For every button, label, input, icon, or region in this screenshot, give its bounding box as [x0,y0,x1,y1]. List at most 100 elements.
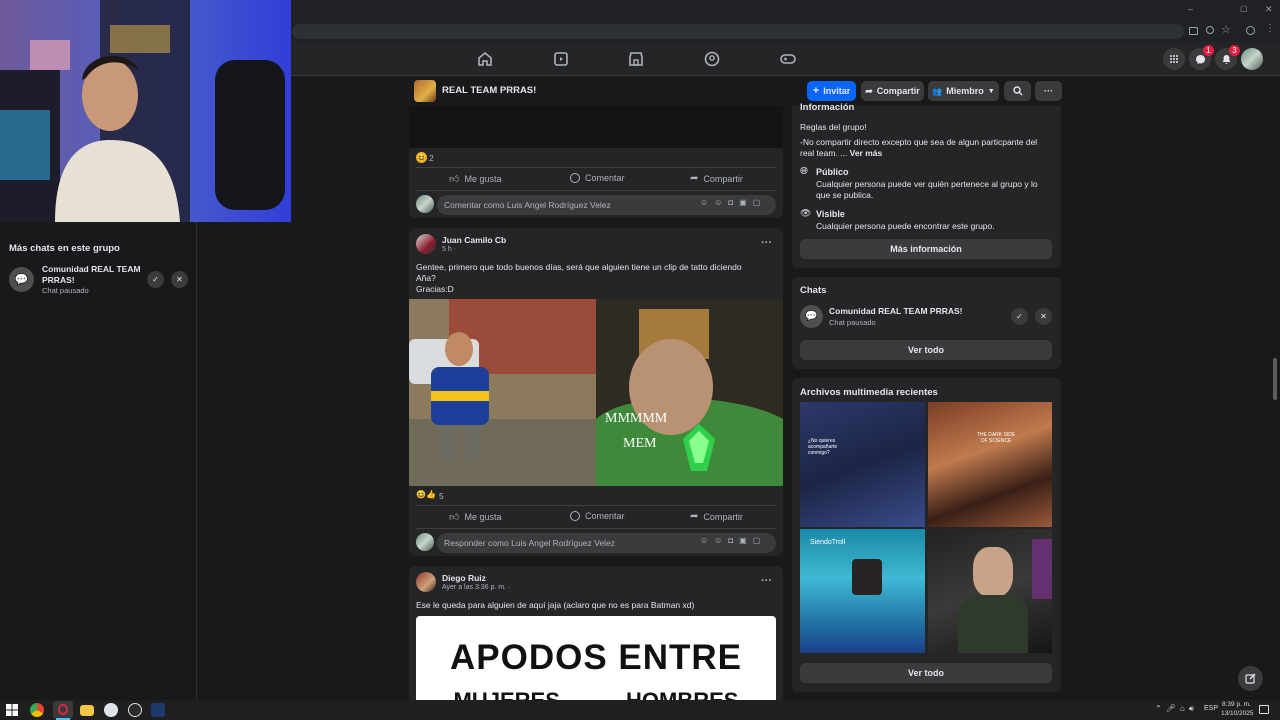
profile-icon[interactable] [1246,26,1255,35]
window-maximize-button[interactable]: ▢ [1240,4,1248,13]
post2-reaction-count[interactable]: 5 [439,491,444,501]
address-bar[interactable] [292,24,1184,39]
media-thumb-4-light [1032,539,1052,599]
post2-text-line-1: Gentee, primero que todo buenos días, se… [416,262,742,272]
cast-icon[interactable] [1189,27,1198,35]
share-group-button[interactable]: ➦ Compartir [861,81,924,101]
post2-author-name[interactable]: Juan Camilo Cb [442,235,506,245]
post3-author-name[interactable]: Diego Ruiz [442,573,486,583]
browser-menu-icon[interactable]: ⋮ [1265,23,1275,34]
post2-comment-tools-icons[interactable]: ☺☺◘▣▢ [700,536,766,545]
sidebar-chat-accept-button[interactable]: ✓ [1011,308,1028,325]
notification-center-icon[interactable] [1259,705,1269,714]
sidebar-chat-avatar[interactable]: 💬 [800,305,823,328]
see-more-link[interactable]: Ver más [850,148,883,158]
post1-reaction-count[interactable]: 2 [429,153,434,163]
app-icon-whale[interactable] [104,703,118,717]
post1-media[interactable] [409,106,783,148]
home-icon[interactable] [476,50,494,68]
opera-gx-icon[interactable] [53,701,73,719]
post3-timestamp[interactable]: Ayer a las 3:36 p. m. · [442,584,510,591]
media-thumb-3-figure [852,559,882,595]
media-thumb-3-caption: SiendoTroll [810,539,846,546]
check-icon: ✓ [152,275,159,284]
steam-icon[interactable] [151,703,165,717]
sidebar-chat-name[interactable]: Comunidad REAL TEAM PRRAS! [829,306,962,316]
bookmark-star-icon[interactable]: ☆ [1221,23,1231,36]
sidebar-chat-dismiss-button[interactable]: ✕ [1035,308,1052,325]
more-chats-panel [0,222,197,700]
marketplace-icon[interactable] [627,50,645,68]
zoom-icon[interactable] [1206,26,1214,34]
share-arrow-icon: ➦ [865,85,873,96]
sidebar-chat-status: Chat pausado [829,318,876,327]
post2-more-button[interactable]: ··· [761,237,772,249]
public-title: Público [816,167,849,177]
post2-meme-caption-1: MMMMM [605,411,668,426]
post3-author-avatar[interactable] [416,572,436,592]
post1-like-button[interactable]: 👍︎ Me gusta [449,173,501,185]
post2-like-button[interactable]: 👍︎ Me gusta [449,511,501,523]
menu-grid-button[interactable] [1163,48,1185,70]
search-icon [1012,86,1022,96]
group-more-button[interactable]: ··· [1035,81,1062,101]
invite-button[interactable]: + Invitar [807,81,856,101]
post2-image[interactable] [409,299,783,486]
more-dots-icon: ··· [1044,86,1053,96]
left-chat-dismiss-button[interactable]: ✕ [171,271,188,288]
tray-icons[interactable]: ⌃🎤︎⌂🔊︎ [1155,704,1198,714]
obs-icon[interactable] [128,703,142,717]
chrome-icon[interactable] [30,703,44,717]
post2-text-line-2: Aña? [416,273,436,283]
group-avatar[interactable] [414,80,436,102]
check-icon: ✓ [1016,312,1023,321]
tray-time[interactable]: 8:39 p. m. [1222,701,1251,708]
post2-commenter-avatar[interactable] [416,533,434,551]
tray-date[interactable]: 13/10/2025 [1221,710,1254,717]
post3-image[interactable]: APODOS ENTRE MUJERES HOMBRES [416,616,776,700]
post2-author-avatar[interactable] [416,234,436,254]
group-name[interactable]: REAL TEAM PRRAS! [442,85,536,96]
member-button[interactable]: 👥 Miembro ▼ [928,81,999,101]
file-explorer-icon[interactable] [80,705,94,716]
media-thumb-4[interactable] [928,529,1052,653]
left-chat-name[interactable]: Comunidad REAL TEAM PRRAS! [42,264,142,286]
window-minimize-button[interactable]: – [1188,4,1193,14]
tray-language[interactable]: ESP [1204,705,1218,712]
post1-share-button[interactable]: ➦ Compartir [690,173,743,184]
new-message-button[interactable] [1238,666,1263,691]
window-close-button[interactable]: ✕ [1265,4,1273,15]
post3-text: Ese le queda para alguien de aquí jaja (… [416,600,695,610]
group-search-button[interactable] [1004,81,1031,101]
media-thumb-3[interactable]: SiendoTroll [800,529,925,653]
left-chat-accept-button[interactable]: ✓ [147,271,164,288]
bell-icon [1222,54,1230,64]
visible-title: Visible [816,209,845,219]
media-thumb-2[interactable]: THE DARK SIDE OF SCIENCE [928,402,1052,527]
post2-timestamp[interactable]: 5 h · [442,246,456,253]
media-title: Archivos multimedia recientes [800,387,938,398]
post2-share-button[interactable]: ➦ Compartir [690,511,743,522]
post1-comment-tools-icons[interactable]: ☺☺◘▣▢ [700,198,766,207]
post2-comment-button[interactable]: Comentar [570,511,625,521]
comment-icon [570,173,580,183]
more-info-button[interactable]: Más información [800,239,1052,259]
video-icon[interactable] [552,50,570,68]
post1-comment-button[interactable]: Comentar [570,173,625,183]
post1-commenter-avatar[interactable] [416,195,434,213]
see-all-media-button[interactable]: Ver todo [800,663,1052,683]
left-chat-avatar[interactable]: 💬 [9,267,34,292]
page-scrollbar[interactable] [1273,358,1277,400]
groups-icon[interactable] [703,50,721,68]
media-thumb-1[interactable]: ¿No quieres acompañarte conmigo? [800,402,925,527]
thumbs-up-icon: 👍︎ [449,512,460,523]
see-all-chats-button[interactable]: Ver todo [800,340,1052,360]
info-title: Información [800,102,855,111]
gaming-icon[interactable] [779,50,797,68]
windows-start-icon[interactable] [5,703,19,717]
post3-more-button[interactable]: ··· [761,575,772,587]
more-chats-title: Más chats en este grupo [9,243,120,254]
post1-divider [416,167,776,168]
visible-eye-icon: 👁︎ [800,208,812,218]
account-avatar[interactable] [1241,48,1263,70]
